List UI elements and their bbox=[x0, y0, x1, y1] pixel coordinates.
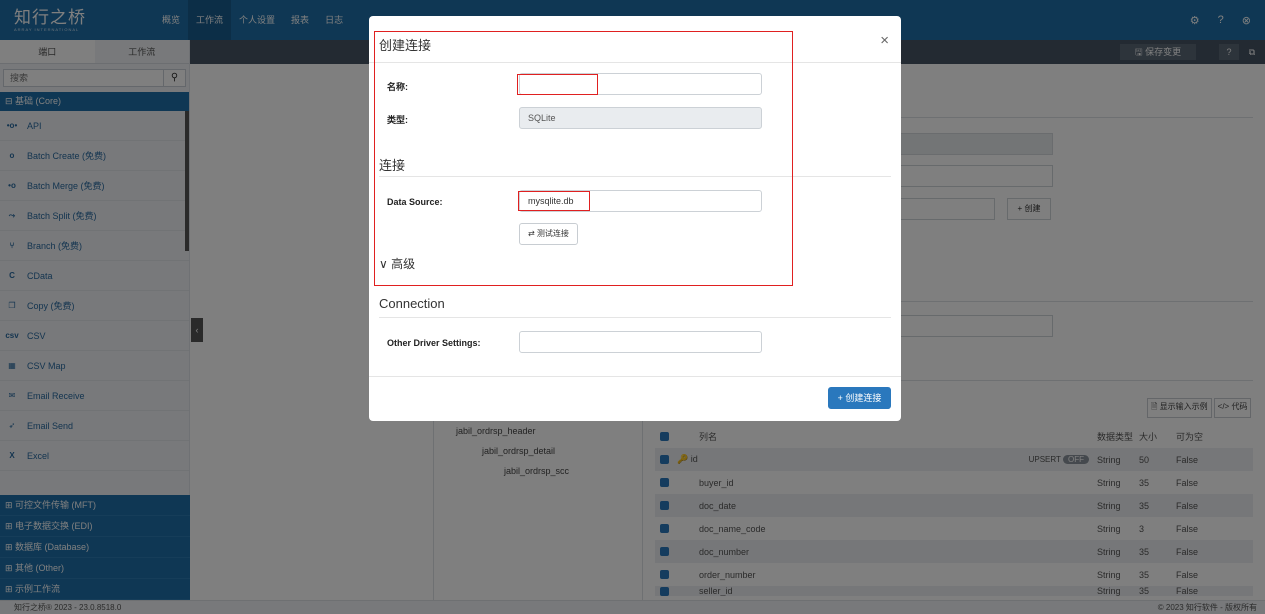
highlight-box bbox=[374, 31, 793, 286]
close-icon[interactable]: × bbox=[880, 32, 889, 49]
create-connection-button[interactable]: + 创建连接 bbox=[828, 387, 891, 409]
other-driver-input[interactable] bbox=[519, 331, 762, 353]
other-driver-label: Other Driver Settings: bbox=[387, 338, 481, 348]
section-connection: Connection bbox=[379, 296, 445, 311]
highlight-box bbox=[517, 74, 598, 95]
divider bbox=[379, 317, 891, 318]
divider bbox=[369, 376, 901, 377]
highlight-box bbox=[518, 191, 590, 211]
